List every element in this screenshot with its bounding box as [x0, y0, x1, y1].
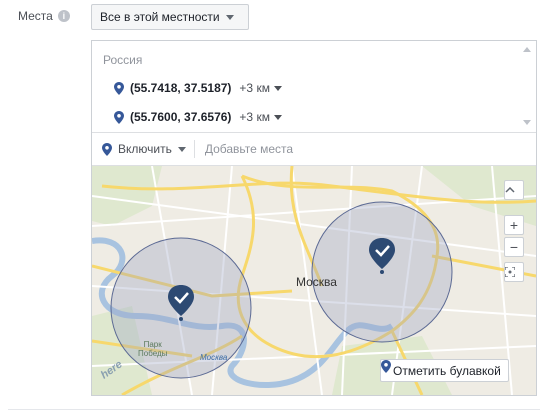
fit-bounds-button[interactable]: [504, 262, 524, 282]
map-pan-up-button[interactable]: [504, 180, 524, 200]
scroll-down-arrow-icon[interactable]: [523, 120, 531, 125]
fit-bounds-icon: [505, 267, 515, 277]
map-pin-icon: [114, 110, 124, 124]
locations-panel: Места i Все в этой местности Россия (55.…: [8, 0, 540, 410]
add-places-input[interactable]: [202, 141, 407, 157]
scroll-up-arrow-icon[interactable]: [523, 47, 531, 52]
location-type-dropdown[interactable]: Все в этой местности: [91, 4, 249, 30]
locations-box: Россия (55.7418, 37.5187) +3 км (55.7600…: [91, 40, 537, 396]
include-label: Включить: [118, 142, 172, 156]
radius-value: +3 км: [239, 110, 270, 124]
location-type-value: Все в этой местности: [100, 10, 220, 24]
chevron-down-icon: [225, 14, 234, 20]
chevron-down-icon: [177, 146, 186, 152]
country-header: Россия: [103, 53, 143, 67]
chevron-down-icon: [273, 114, 282, 120]
location-item[interactable]: (55.7418, 37.5187) +3 км: [114, 81, 282, 95]
drop-pin-button[interactable]: Отметить булавкой: [380, 359, 509, 382]
map[interactable]: Москва Парк Победы Москва here + − Отмет…: [92, 166, 536, 395]
radius-value: +3 км: [239, 81, 270, 95]
zoom-in-button[interactable]: +: [504, 215, 524, 235]
info-icon[interactable]: i: [57, 10, 70, 22]
zoom-out-button[interactable]: −: [504, 237, 524, 257]
chevron-up-icon: [505, 187, 515, 193]
drop-pin-label: Отметить булавкой: [393, 363, 501, 378]
locations-list[interactable]: Россия (55.7418, 37.5187) +3 км (55.7600…: [92, 41, 536, 133]
map-pin-icon: [102, 142, 112, 156]
radius-dropdown[interactable]: +3 км: [239, 81, 282, 95]
locations-label: Места: [18, 9, 53, 23]
location-item[interactable]: (55.7600, 37.6576) +3 км: [114, 110, 282, 124]
map-park-label: Парк Победы: [138, 340, 168, 358]
locations-label-row: Места i: [18, 9, 70, 23]
location-coords: (55.7418, 37.5187): [130, 81, 232, 95]
radius-dropdown[interactable]: +3 км: [239, 110, 282, 124]
map-pin-icon: [114, 81, 124, 95]
chevron-down-icon: [273, 85, 282, 91]
add-locations-bar: Включить: [92, 133, 536, 166]
map-river-label: Москва: [200, 353, 228, 362]
map-pin-icon: [381, 360, 391, 373]
location-coords: (55.7600, 37.6576): [130, 110, 232, 124]
divider: [193, 140, 195, 158]
include-dropdown[interactable]: Включить: [92, 142, 186, 156]
map-city-label: Москва: [296, 275, 337, 289]
